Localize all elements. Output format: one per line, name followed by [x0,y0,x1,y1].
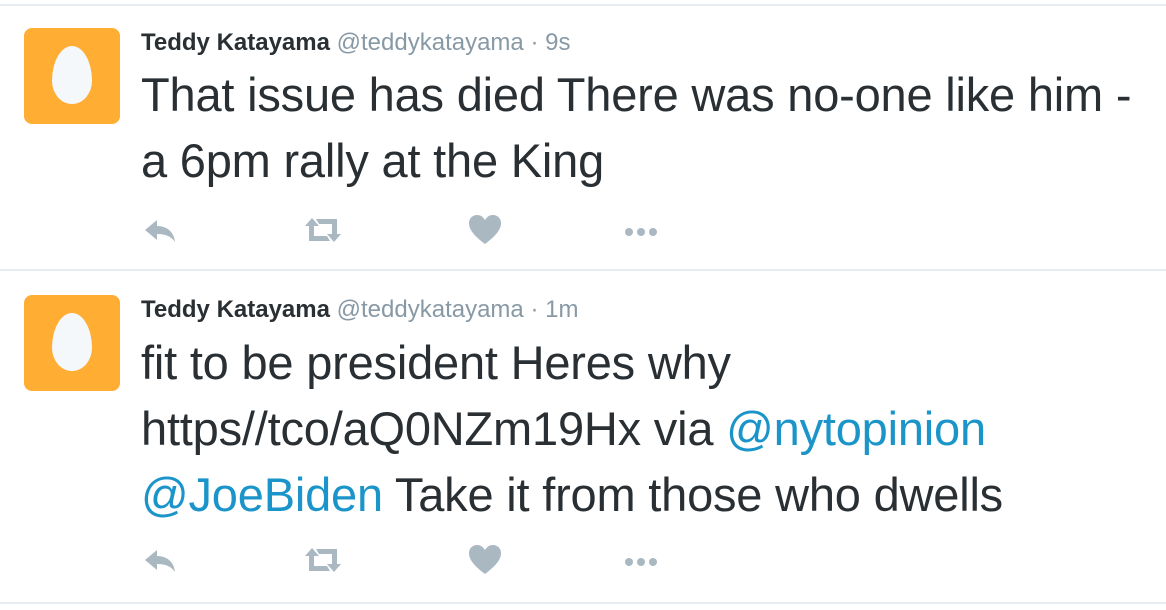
tweet-1[interactable]: Teddy Katayama @teddykatayama · 9s That … [0,6,1166,269]
retweet-icon [305,218,341,242]
more-button[interactable] [621,210,669,250]
tweet-header: Teddy Katayama @teddykatayama · 1m [141,295,578,325]
retweet-button[interactable] [301,210,349,250]
tweet-text: That issue has died There was no-one lik… [141,68,1132,187]
user-name[interactable]: Teddy Katayama [141,296,330,323]
egg-avatar-icon [52,46,92,104]
avatar[interactable] [24,28,120,124]
user-handle[interactable]: @teddykatayama [337,29,524,56]
reply-button[interactable] [141,540,189,580]
tweet-text-line: https//tco/aQ0NZm19Hx via @nytopinion [141,396,1151,462]
tweet-link-text: https//tco/aQ0NZm19Hx via [141,402,727,455]
reply-button[interactable] [141,210,189,250]
more-button[interactable] [621,540,669,580]
user-handle[interactable]: @teddykatayama [337,296,524,323]
like-button[interactable] [465,540,513,580]
separator: · [530,296,539,323]
user-name[interactable]: Teddy Katayama [141,29,330,56]
divider [0,602,1166,604]
reply-icon [145,550,175,572]
like-icon [469,215,501,244]
tweet-text-line: @JoeBiden Take it from those who dwells [141,462,1151,528]
reply-icon [145,220,175,242]
more-icon [625,558,657,566]
more-icon [625,228,657,236]
timestamp[interactable]: 1m [545,296,578,323]
tweet-2[interactable]: Teddy Katayama @teddykatayama · 1m fit t… [0,271,1166,602]
tweet-text: fit to be president Heres why https//tco… [141,330,1151,528]
tweet-feed: Teddy Katayama @teddykatayama · 9s That … [0,0,1166,610]
retweet-button[interactable] [301,540,349,580]
like-icon [469,545,501,574]
separator: · [530,29,539,56]
timestamp[interactable]: 9s [545,29,570,56]
avatar[interactable] [24,295,120,391]
retweet-icon [305,548,341,572]
tweet-header: Teddy Katayama @teddykatayama · 9s [141,28,570,58]
tweet-text-fragment: Take it from those who dwells [382,468,1003,521]
mention-link[interactable]: @nytopinion [726,402,986,455]
egg-avatar-icon [52,313,92,371]
like-button[interactable] [465,210,513,250]
mention-link[interactable]: @JoeBiden [141,468,383,521]
tweet-text-line: fit to be president Heres why [141,336,731,389]
